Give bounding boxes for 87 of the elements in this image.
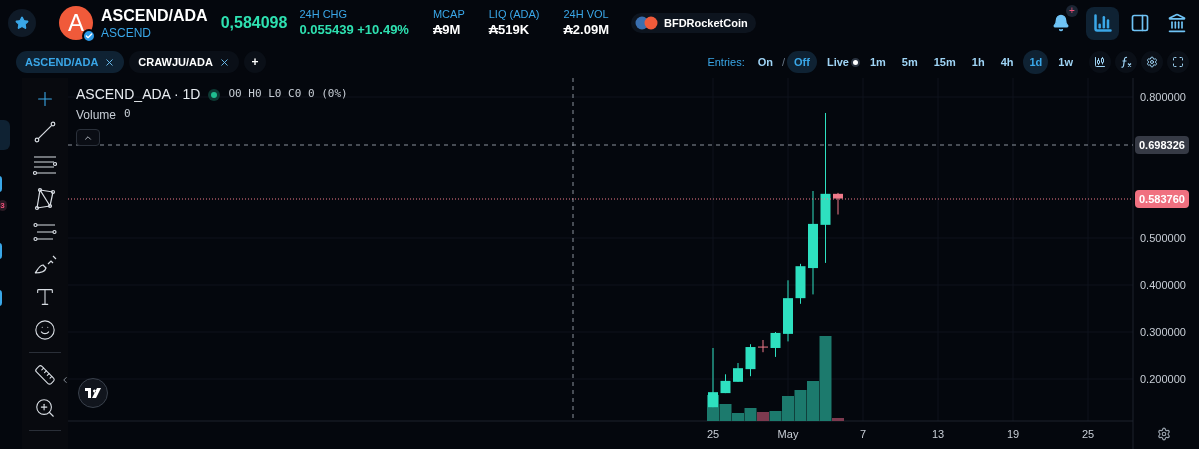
chart-tab[interactable]: CRAWJU/ADA xyxy=(129,51,239,73)
token-name: ASCEND xyxy=(101,25,152,41)
price-label: 0.400000 xyxy=(1140,279,1186,291)
brush-icon[interactable] xyxy=(33,253,57,275)
crosshair-price-label: 0.698326 xyxy=(1135,136,1189,154)
collapse-icon[interactable] xyxy=(60,375,70,385)
interval-button[interactable]: 15m xyxy=(927,50,962,74)
last-price-label: 0.583760 xyxy=(1135,190,1189,208)
function-icon xyxy=(1120,56,1132,68)
stat-value: 0.055439 +10.49% xyxy=(299,21,409,38)
text-icon[interactable] xyxy=(34,286,56,308)
interval-button[interactable]: 1h xyxy=(965,50,991,74)
zoom-in-icon[interactable] xyxy=(34,397,56,419)
price-label: 0.800000 xyxy=(1140,91,1186,103)
parallel-lines-icon[interactable] xyxy=(33,154,57,176)
candle xyxy=(783,279,793,342)
volume-value: 0 xyxy=(124,106,131,122)
settings-button[interactable] xyxy=(1141,51,1163,73)
stat-value: ₳9M xyxy=(432,21,462,38)
stat-label: MCAP xyxy=(432,8,465,22)
entries-option[interactable]: Off xyxy=(787,51,817,73)
notification-icon[interactable] xyxy=(1052,14,1070,32)
date-label: 25 xyxy=(1081,428,1095,440)
token-symbol: ASCEND/ADA xyxy=(101,5,208,26)
candle xyxy=(833,192,843,215)
interval-button[interactable]: 1w xyxy=(1052,50,1079,74)
candle xyxy=(745,343,756,377)
separator-text: / xyxy=(781,54,786,70)
volume-label: Volume xyxy=(76,107,117,124)
candle xyxy=(733,362,743,383)
date-label: 13 xyxy=(931,428,945,440)
date-label: May xyxy=(777,428,799,440)
star-icon xyxy=(15,16,29,30)
user-avatar-icon xyxy=(635,16,659,30)
candlestick-icon xyxy=(1094,56,1106,68)
entries-option[interactable]: On xyxy=(750,51,780,73)
price-label: 0.200000 xyxy=(1140,373,1186,385)
date-label: 25 xyxy=(706,428,720,440)
favorite-button[interactable] xyxy=(8,9,36,37)
fib-icon[interactable] xyxy=(33,222,57,242)
fullscreen-button[interactable] xyxy=(1167,51,1189,73)
close-icon[interactable] xyxy=(218,56,230,68)
settings-icon[interactable] xyxy=(1157,427,1171,441)
token-price: 0,584098 xyxy=(220,13,288,33)
notification-badge: + xyxy=(1066,5,1078,17)
interval-button[interactable]: 1d xyxy=(1023,50,1049,74)
interval-button[interactable]: 5m xyxy=(895,50,924,74)
emoji-icon[interactable] xyxy=(34,319,56,341)
chart-title: ASCEND_ADA · 1D xyxy=(76,85,201,104)
candle xyxy=(758,339,768,353)
settings-icon xyxy=(1146,56,1158,68)
candle xyxy=(720,373,731,394)
header-button[interactable] xyxy=(1086,6,1119,40)
interval-button[interactable]: 4h xyxy=(994,50,1020,74)
bank-icon xyxy=(1166,13,1187,33)
pattern-icon[interactable] xyxy=(34,187,56,211)
add-tab-button[interactable]: + xyxy=(243,51,266,73)
stat-label: LIQ (ADA) xyxy=(488,8,540,22)
trend-line-icon[interactable] xyxy=(34,121,56,143)
candle xyxy=(708,347,718,408)
stat-label: 24H CHG xyxy=(299,8,349,22)
ohlc-values: O0 H0 L0 C0 0 (0%) xyxy=(228,86,348,103)
candle-style-button[interactable] xyxy=(1089,51,1111,73)
side-badge: 3 xyxy=(0,200,7,211)
entries-label: Entries: xyxy=(707,54,745,70)
stat-value: ₳2.09M xyxy=(563,21,609,38)
chart-tab[interactable]: ASCEND/ADA xyxy=(16,51,125,73)
candle xyxy=(795,263,806,305)
close-icon[interactable] xyxy=(104,56,116,68)
price-label: 0.500000 xyxy=(1140,232,1186,244)
stat-value: ₳519K xyxy=(488,21,531,38)
volume-bar xyxy=(794,390,807,421)
panel-icon xyxy=(1129,13,1150,33)
live-toggle[interactable]: Live xyxy=(826,53,860,71)
interval-button[interactable]: 1m xyxy=(863,50,892,74)
indicator-button[interactable] xyxy=(1115,51,1137,73)
candle xyxy=(770,331,781,358)
date-label: 19 xyxy=(1006,428,1020,440)
stat-label: 24H VOL xyxy=(563,8,609,22)
ruler-icon[interactable] xyxy=(34,364,56,386)
bar-chart-icon xyxy=(1092,13,1113,33)
user-chip[interactable]: BFDRocketCoin xyxy=(631,13,756,33)
date-label: 7 xyxy=(859,428,867,440)
status-dot xyxy=(208,88,221,101)
fullscreen-icon xyxy=(1172,56,1184,68)
token-avatar: A xyxy=(59,6,93,40)
price-label: 0.300000 xyxy=(1140,326,1186,338)
